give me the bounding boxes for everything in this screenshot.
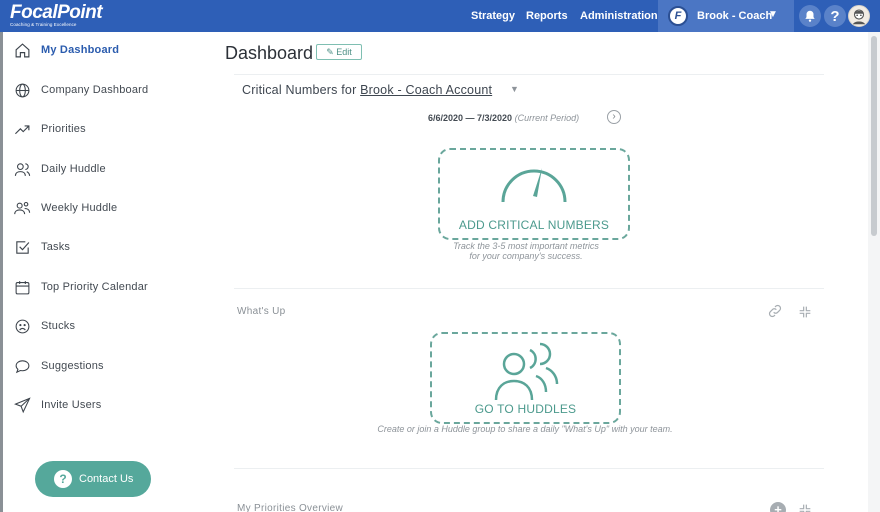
company-badge-icon: F <box>668 6 688 26</box>
sidebar-item-label: Weekly Huddle <box>41 202 118 214</box>
contact-us-label: Contact Us <box>79 473 134 485</box>
critical-numbers-title: Critical Numbers for Brook - Coach Accou… <box>242 82 492 98</box>
top-navigation-bar: FocalPoint Coaching & Training Excellenc… <box>0 0 880 32</box>
critical-numbers-hint: Track the 3-5 most important metrics for… <box>426 241 626 261</box>
hint-line-1: Track the 3-5 most important metrics <box>453 241 599 251</box>
sidebar-item-stucks[interactable]: Stucks <box>14 314 194 338</box>
sidebar-item-label: Company Dashboard <box>41 84 149 96</box>
next-period-icon[interactable]: › <box>607 110 621 124</box>
page-title: Dashboard <box>225 43 314 63</box>
group-icon <box>14 201 31 214</box>
pencil-icon: ✎ <box>326 47 334 57</box>
main-content: Dashboard ✎ Edit Critical Numbers for Br… <box>204 32 868 512</box>
nav-link-administration[interactable]: Administration <box>580 9 658 23</box>
sidebar-item-label: Daily Huddle <box>41 163 106 175</box>
sidebar-item-weekly-huddle[interactable]: Weekly Huddle <box>14 196 194 220</box>
whats-up-title: What's Up <box>237 306 286 317</box>
sidebar-item-daily-huddle[interactable]: Daily Huddle <box>14 157 194 181</box>
caret-down-icon: ▼ <box>768 9 778 20</box>
logo-wordmark: FocalPoint <box>10 2 103 23</box>
collapse-icon[interactable] <box>797 502 813 512</box>
sidebar-item-label: My Dashboard <box>41 44 120 56</box>
edit-dashboard-button[interactable]: ✎ Edit <box>316 44 362 60</box>
whats-up-hint: Create or join a Huddle group to share a… <box>377 424 673 434</box>
scrollbar-thumb[interactable] <box>871 36 877 236</box>
bell-icon[interactable] <box>799 5 821 27</box>
send-icon <box>14 396 31 413</box>
caret-down-icon[interactable]: ▼ <box>510 84 519 94</box>
sidebar-item-label: Top Priority Calendar <box>41 281 148 293</box>
sidebar <box>0 32 204 512</box>
period-dates: 6/6/2020 — 7/3/2020 <box>428 113 513 123</box>
account-selector[interactable]: Brook - Coach Account <box>360 83 492 97</box>
sidebar-item-company-dashboard[interactable]: Company Dashboard <box>14 78 194 102</box>
user-name: Brook - Coach <box>697 10 773 22</box>
sidebar-item-label: Priorities <box>41 123 86 135</box>
divider <box>234 288 824 289</box>
sidebar-item-priorities[interactable]: Priorities <box>14 117 194 141</box>
add-priority-icon[interactable]: + <box>770 502 786 512</box>
collapse-icon[interactable] <box>797 304 813 320</box>
help-icon[interactable]: ? <box>824 5 846 27</box>
divider <box>234 74 824 75</box>
avatar[interactable] <box>848 5 870 27</box>
go-to-huddles-button[interactable]: GO TO HUDDLES <box>430 332 621 424</box>
sidebar-item-top-priority-calendar[interactable]: Top Priority Calendar <box>14 275 194 299</box>
sidebar-item-invite-users[interactable]: Invite Users <box>14 393 194 417</box>
period-range: 6/6/2020 — 7/3/2020 (Current Period) <box>428 112 579 124</box>
nav-link-strategy[interactable]: Strategy <box>471 9 515 23</box>
calendar-icon <box>15 280 30 294</box>
user-menu[interactable]: F Brook - Coach ▼ <box>658 0 794 32</box>
nav-link-reports[interactable]: Reports <box>526 9 568 23</box>
sidebar-item-suggestions[interactable]: Suggestions <box>14 354 194 378</box>
sidebar-item-label: Invite Users <box>41 399 102 411</box>
period-note: (Current Period) <box>514 113 580 123</box>
add-critical-numbers-button[interactable]: ADD CRITICAL NUMBERS <box>438 148 630 240</box>
sidebar-item-tasks[interactable]: Tasks <box>14 235 194 259</box>
help-circle-icon: ? <box>54 470 72 488</box>
huddle-group-icon <box>494 342 559 401</box>
focalpoint-logo[interactable]: FocalPoint Coaching & Training Excellenc… <box>10 2 103 28</box>
divider <box>234 468 824 469</box>
sidebar-item-label: Stucks <box>41 320 76 332</box>
frown-icon <box>15 319 30 333</box>
home-icon <box>15 42 30 57</box>
add-critical-numbers-label: ADD CRITICAL NUMBERS <box>458 218 610 232</box>
checkbox-icon <box>16 240 30 254</box>
go-to-huddles-label: GO TO HUDDLES <box>474 402 577 416</box>
sidebar-item-my-dashboard[interactable]: My Dashboard <box>14 38 194 62</box>
globe-icon <box>15 83 30 97</box>
gauge-icon <box>501 168 567 203</box>
speech-bubble-icon <box>15 359 30 373</box>
link-icon[interactable] <box>767 303 783 319</box>
sidebar-edge <box>0 32 3 512</box>
sidebar-item-label: Tasks <box>41 241 71 253</box>
users-icon <box>14 162 31 176</box>
critical-numbers-prefix: Critical Numbers for <box>242 83 357 97</box>
hint-line-2: for your company's success. <box>469 251 583 261</box>
sidebar-item-label: Suggestions <box>41 360 104 372</box>
priorities-overview-title: My Priorities Overview <box>237 503 344 512</box>
contact-us-button[interactable]: ? Contact Us <box>35 461 151 497</box>
edit-label: Edit <box>336 47 352 57</box>
trend-up-icon <box>15 124 30 134</box>
